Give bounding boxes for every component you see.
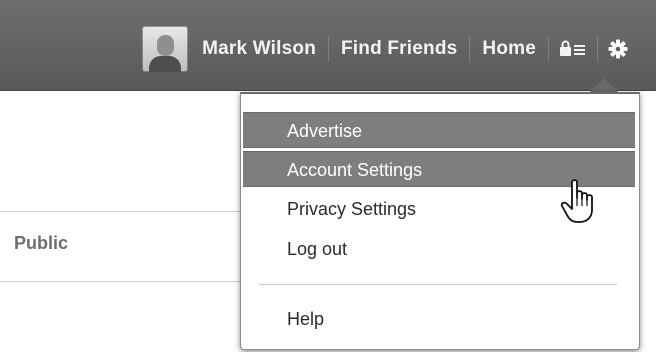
avatar-shoulders bbox=[149, 56, 182, 72]
find-friends-link[interactable]: Find Friends bbox=[329, 35, 469, 63]
content-divider bbox=[0, 281, 240, 282]
audience-label: Public bbox=[14, 233, 69, 253]
hand-pointer-icon bbox=[560, 179, 593, 223]
profile-avatar[interactable] bbox=[142, 26, 189, 72]
menu-item-help[interactable]: Help bbox=[243, 301, 635, 337]
content-divider bbox=[0, 211, 240, 212]
menu-item-advertise[interactable]: Advertise bbox=[243, 112, 635, 148]
account-settings-menu-button[interactable] bbox=[598, 35, 638, 63]
profile-name-link[interactable]: Mark Wilson bbox=[202, 35, 328, 63]
gear-icon bbox=[608, 39, 628, 59]
menu-item-log-out[interactable]: Log out bbox=[243, 231, 635, 267]
privacy-shortcuts-button[interactable] bbox=[549, 35, 597, 63]
home-link[interactable]: Home bbox=[470, 35, 548, 63]
top-navigation-bar: Mark Wilson Find Friends Home bbox=[0, 0, 656, 91]
avatar-face bbox=[157, 35, 175, 56]
top-navigation-links: Mark Wilson Find Friends Home bbox=[142, 22, 638, 76]
privacy-shortcuts-icon bbox=[560, 40, 585, 56]
menu-divider bbox=[259, 284, 617, 285]
dropdown-caret bbox=[590, 78, 618, 92]
